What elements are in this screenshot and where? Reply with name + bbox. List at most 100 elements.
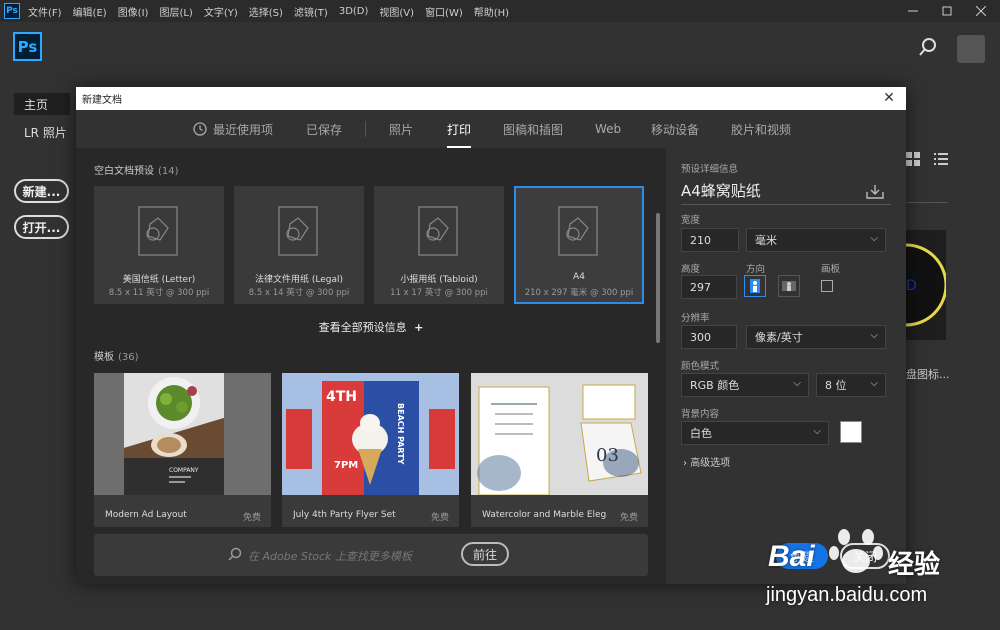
template-thumb-text-3: 7PM [334, 460, 358, 471]
template-card-watercolor[interactable]: 03 Watercolor and Marble Elegant ... 免费 [471, 373, 648, 527]
resolution-input[interactable]: 300 [681, 325, 737, 349]
baidu-paw-logo [828, 523, 884, 575]
document-icon [558, 206, 598, 256]
template-card-july4th[interactable]: 4TH BEACH PARTY 7PM July 4th Party Flyer… [282, 373, 459, 527]
stock-search-input[interactable]: 在 Adobe Stock 上查找更多模板 [248, 548, 412, 564]
menu-window[interactable]: 窗口(W) [425, 4, 463, 19]
preset-letter[interactable]: 美国信纸 (Letter) 8.5 x 11 英寸 @ 300 ppi [94, 186, 224, 304]
details-header: 预设详细信息 [681, 164, 739, 175]
recent-file-thumbnail[interactable]: D [906, 230, 946, 340]
grid-view-icon[interactable] [906, 152, 922, 168]
preset-a4[interactable]: A4 210 x 297 毫米 @ 300 ppi [514, 186, 644, 304]
tab-recent[interactable]: 最近使用项 [193, 110, 273, 148]
resolution-unit-select[interactable]: 像素/英寸 ⌵ [746, 325, 886, 349]
template-free-badge: 免费 [619, 513, 638, 523]
close-icon[interactable] [964, 0, 998, 22]
menu-type[interactable]: 文字(Y) [204, 4, 238, 19]
svg-text:D: D [906, 278, 917, 294]
portrait-icon[interactable] [744, 275, 766, 297]
adobe-stock-search: 在 Adobe Stock 上查找更多模板 前往 [94, 534, 648, 576]
height-input[interactable]: 297 [681, 275, 737, 299]
preset-name: 美国信纸 (Letter) [122, 275, 196, 285]
menu-3d[interactable]: 3D(D) [339, 6, 369, 17]
menu-select[interactable]: 选择(S) [249, 4, 283, 19]
tab-film-video[interactable]: 胶片和视频 [731, 110, 791, 148]
go-button[interactable]: 前往 [461, 542, 509, 566]
dialog-title-bar: 新建文档 ✕ [76, 87, 906, 110]
document-icon [138, 206, 178, 256]
menu-help[interactable]: 帮助(H) [474, 4, 509, 19]
ps-app-icon: Ps [4, 3, 20, 19]
menu-filter[interactable]: 滤镜(T) [294, 4, 328, 19]
preset-size: 8.5 x 11 英寸 @ 300 ppi [108, 288, 210, 298]
nav-home[interactable]: 主页 [14, 93, 70, 115]
category-tabs: 最近使用项 已保存 照片 打印 图稿和插图 Web 移动设备 胶片和视频 [76, 110, 906, 148]
dialog-close-icon[interactable]: ✕ [880, 89, 898, 107]
watermark-url: jingyan.baidu.com [766, 584, 928, 606]
templates-label: 模板 [94, 352, 114, 363]
artboard-checkbox[interactable] [821, 280, 833, 292]
recent-files-area: D 盘图标... [906, 140, 1000, 400]
chevron-down-icon: ⌵ [870, 233, 878, 244]
background-value: 白色 [690, 427, 712, 440]
tab-saved[interactable]: 已保存 [306, 110, 342, 148]
background-select[interactable]: 白色 ⌵ [681, 421, 829, 445]
preset-name: 法律文件用纸 (Legal) [254, 275, 343, 285]
color-mode-value: RGB 颜色 [690, 379, 740, 392]
blank-presets-count: (14) [158, 166, 179, 177]
width-input[interactable]: 210 [681, 228, 739, 252]
preset-legal[interactable]: 法律文件用纸 (Legal) 8.5 x 14 英寸 @ 300 ppi [234, 186, 364, 304]
landscape-icon[interactable] [778, 275, 800, 297]
save-preset-icon[interactable] [866, 184, 884, 200]
app-header: Ps [0, 22, 1000, 72]
photoshop-logo: Ps [13, 32, 42, 61]
orientation-label: 方向 [746, 264, 766, 275]
tab-web[interactable]: Web [595, 110, 621, 148]
tab-photo[interactable]: 照片 [389, 110, 413, 148]
tab-mobile[interactable]: 移动设备 [651, 110, 699, 148]
preset-size: 8.5 x 14 英寸 @ 300 ppi [248, 288, 350, 298]
scrollbar-thumb[interactable] [656, 213, 660, 343]
color-mode-select[interactable]: RGB 颜色 ⌵ [681, 373, 809, 397]
tab-print[interactable]: 打印 [447, 110, 472, 148]
bit-depth-select[interactable]: 8 位 ⌵ [816, 373, 886, 397]
avatar[interactable] [957, 35, 985, 63]
background-color-swatch[interactable] [840, 421, 862, 443]
template-card-modern-ad[interactable]: COMPANY Modern Ad Layout 免费 [94, 373, 271, 527]
advanced-options-label: 高级选项 [690, 458, 731, 469]
preset-size: 210 x 297 毫米 @ 300 ppi [524, 288, 634, 298]
template-thumbnail: 03 [471, 373, 648, 495]
menu-view[interactable]: 视图(V) [379, 4, 414, 19]
background-label: 背景内容 [681, 409, 720, 420]
tab-art-illustration[interactable]: 图稿和插图 [503, 110, 563, 148]
template-thumb-text: COMPANY [169, 467, 199, 474]
chevron-down-icon: ⌵ [793, 378, 801, 389]
restore-icon[interactable] [930, 0, 964, 22]
menu-image[interactable]: 图像(I) [118, 4, 149, 19]
open-button[interactable]: 打开... [14, 215, 69, 239]
menu-edit[interactable]: 编辑(E) [73, 4, 107, 19]
search-icon[interactable] [918, 36, 940, 58]
template-name: Watercolor and Marble Elegant ... [482, 510, 607, 520]
preset-tabloid[interactable]: 小报用纸 (Tabloid) 11 x 17 英寸 @ 300 ppi [374, 186, 504, 304]
minimize-icon[interactable] [896, 0, 930, 22]
width-unit-select[interactable]: 毫米 ⌵ [746, 228, 886, 252]
nav-lr-photos[interactable]: LR 照片 [14, 121, 70, 143]
menu-file[interactable]: 文件(F) [28, 4, 62, 19]
dialog-title: 新建文档 [82, 95, 122, 106]
chevron-right-icon: › [683, 458, 687, 469]
menu-layer[interactable]: 图层(L) [159, 4, 192, 19]
preset-name: 小报用纸 (Tabloid) [400, 275, 478, 285]
list-view-icon[interactable] [934, 152, 950, 168]
advanced-options-toggle[interactable]: › 高级选项 [683, 454, 730, 469]
template-thumbnail: COMPANY [94, 373, 271, 495]
chevron-down-icon: ⌵ [870, 378, 878, 389]
clock-icon [193, 122, 207, 136]
document-icon [278, 206, 318, 256]
template-thumbnail: 4TH BEACH PARTY 7PM [282, 373, 459, 495]
preset-size: 11 x 17 英寸 @ 300 ppi [390, 288, 488, 298]
see-all-presets-link[interactable]: 查看全部预设信息 + [76, 319, 666, 335]
document-icon [418, 206, 458, 256]
new-button[interactable]: 新建... [14, 179, 69, 203]
document-name-input[interactable]: A4蜂窝贴纸 [681, 180, 761, 201]
